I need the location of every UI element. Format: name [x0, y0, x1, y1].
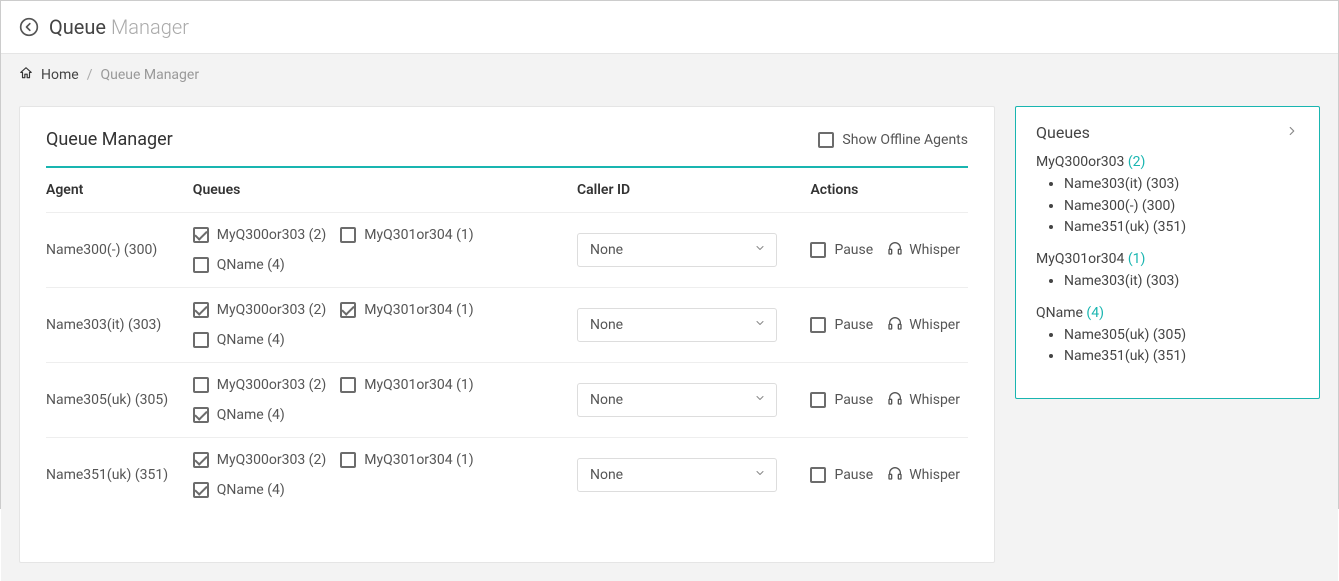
headphones-icon — [887, 390, 903, 410]
app-header: Queue Manager — [1, 1, 1338, 54]
queue-checkbox[interactable]: QName (4) — [193, 332, 285, 348]
breadcrumb: Home / Queue Manager — [1, 54, 1338, 96]
agent-name: Name303(it) (303) — [46, 288, 193, 363]
page-title: Queue Manager — [49, 15, 189, 39]
queues-cell: MyQ300or303 (2) MyQ301or304 (1) QName (4) — [193, 438, 577, 513]
chevron-down-icon — [754, 317, 766, 333]
queue-label: QName (4) — [217, 482, 285, 498]
col-queues: Queues — [193, 168, 577, 213]
table-row: Name305(uk) (305) MyQ300or303 (2) MyQ301or… — [46, 363, 968, 438]
whisper-button[interactable]: Whisper — [887, 240, 960, 260]
queue-member[interactable]: Name351(uk) (351) — [1064, 346, 1299, 368]
callerid-cell: None — [577, 213, 810, 288]
queue-checkbox[interactable]: QName (4) — [193, 482, 285, 498]
queue-label: MyQ301or304 (1) — [364, 452, 473, 468]
queue-group: MyQ301or304 (1) Name303(it) (303) — [1036, 251, 1299, 293]
actions-cell: Pause Whisper — [810, 288, 968, 363]
callerid-select[interactable]: None — [577, 458, 777, 492]
agents-table: Agent Queues Caller ID Actions Name300(-… — [46, 168, 968, 512]
panel-title: Queue Manager — [46, 129, 173, 150]
callerid-cell: None — [577, 438, 810, 513]
headphones-icon — [887, 240, 903, 260]
queues-cell: MyQ300or303 (2) MyQ301or304 (1) QName (4) — [193, 363, 577, 438]
headphones-icon — [887, 315, 903, 335]
queue-checkbox[interactable]: MyQ301or304 (1) — [340, 302, 473, 318]
headphones-icon — [887, 465, 903, 485]
actions-cell: Pause Whisper — [810, 213, 968, 288]
callerid-cell: None — [577, 288, 810, 363]
queue-group-title[interactable]: MyQ301or304 (1) — [1036, 251, 1299, 267]
breadcrumb-current: Queue Manager — [100, 67, 199, 83]
queue-label: QName (4) — [217, 332, 285, 348]
queue-member[interactable]: Name300(-) (300) — [1064, 196, 1299, 218]
queue-checkbox[interactable]: MyQ301or304 (1) — [340, 452, 473, 468]
show-offline-toggle[interactable]: Show Offline Agents — [818, 132, 968, 148]
whisper-button[interactable]: Whisper — [887, 315, 960, 335]
queue-label: MyQ300or303 (2) — [217, 452, 326, 468]
col-agent: Agent — [46, 168, 193, 213]
col-actions: Actions — [810, 168, 968, 213]
queue-label: MyQ301or304 (1) — [364, 377, 473, 393]
agent-name: Name300(-) (300) — [46, 213, 193, 288]
queue-label: MyQ300or303 (2) — [217, 377, 326, 393]
chevron-right-icon[interactable] — [1285, 123, 1299, 142]
actions-cell: Pause Whisper — [810, 438, 968, 513]
queue-group: MyQ300or303 (2) Name303(it) (303)Name300(… — [1036, 154, 1299, 239]
queue-checkbox[interactable]: QName (4) — [193, 257, 285, 273]
pause-toggle[interactable]: Pause — [810, 467, 873, 483]
queue-checkbox[interactable]: MyQ301or304 (1) — [340, 227, 473, 243]
queue-member[interactable]: Name303(it) (303) — [1064, 271, 1299, 293]
queue-group-title[interactable]: QName (4) — [1036, 305, 1299, 321]
callerid-select[interactable]: None — [577, 383, 777, 417]
queue-checkbox[interactable]: MyQ300or303 (2) — [193, 302, 326, 318]
col-caller: Caller ID — [577, 168, 810, 213]
chevron-down-icon — [754, 467, 766, 483]
agent-name: Name351(uk) (351) — [46, 438, 193, 513]
pause-toggle[interactable]: Pause — [810, 317, 873, 333]
queues-side-panel: Queues MyQ300or303 (2)Name303(it) (303)N… — [1015, 106, 1320, 399]
table-row: Name351(uk) (351) MyQ300or303 (2) MyQ301or… — [46, 438, 968, 513]
callerid-cell: None — [577, 363, 810, 438]
queue-checkbox[interactable]: MyQ300or303 (2) — [193, 227, 326, 243]
queue-label: MyQ300or303 (2) — [217, 302, 326, 318]
main-panel: Queue Manager Show Offline Agents Agent … — [19, 106, 995, 563]
queue-checkbox[interactable]: QName (4) — [193, 407, 285, 423]
queue-member[interactable]: Name351(uk) (351) — [1064, 217, 1299, 239]
queue-checkbox[interactable]: MyQ301or304 (1) — [340, 377, 473, 393]
queue-group: QName (4) Name305(uk) (305)Name351(uk) (3… — [1036, 305, 1299, 368]
back-icon[interactable] — [19, 17, 39, 37]
whisper-button[interactable]: Whisper — [887, 465, 960, 485]
queue-label: MyQ301or304 (1) — [364, 227, 473, 243]
actions-cell: Pause Whisper — [810, 363, 968, 438]
chevron-down-icon — [754, 392, 766, 408]
side-title: Queues — [1036, 123, 1090, 142]
breadcrumb-sep: / — [87, 67, 93, 83]
breadcrumb-home[interactable]: Home — [41, 67, 79, 83]
queue-label: QName (4) — [217, 407, 285, 423]
queues-cell: MyQ300or303 (2) MyQ301or304 (1) QName (4) — [193, 288, 577, 363]
queue-group-title[interactable]: MyQ300or303 (2) — [1036, 154, 1299, 170]
queue-label: QName (4) — [217, 257, 285, 273]
table-row: Name300(-) (300) MyQ300or303 (2) MyQ301or3… — [46, 213, 968, 288]
agent-name: Name305(uk) (305) — [46, 363, 193, 438]
chevron-down-icon — [754, 242, 766, 258]
queue-label: MyQ301or304 (1) — [364, 302, 473, 318]
queue-checkbox[interactable]: MyQ300or303 (2) — [193, 377, 326, 393]
callerid-select[interactable]: None — [577, 233, 777, 267]
table-row: Name303(it) (303) MyQ300or303 (2) MyQ301or… — [46, 288, 968, 363]
queue-member[interactable]: Name305(uk) (305) — [1064, 325, 1299, 347]
queue-label: MyQ300or303 (2) — [217, 227, 326, 243]
whisper-button[interactable]: Whisper — [887, 390, 960, 410]
pause-toggle[interactable]: Pause — [810, 392, 873, 408]
queues-cell: MyQ300or303 (2) MyQ301or304 (1) QName (4) — [193, 213, 577, 288]
queue-checkbox[interactable]: MyQ300or303 (2) — [193, 452, 326, 468]
pause-toggle[interactable]: Pause — [810, 242, 873, 258]
callerid-select[interactable]: None — [577, 308, 777, 342]
home-icon[interactable] — [19, 66, 33, 84]
queue-member[interactable]: Name303(it) (303) — [1064, 174, 1299, 196]
